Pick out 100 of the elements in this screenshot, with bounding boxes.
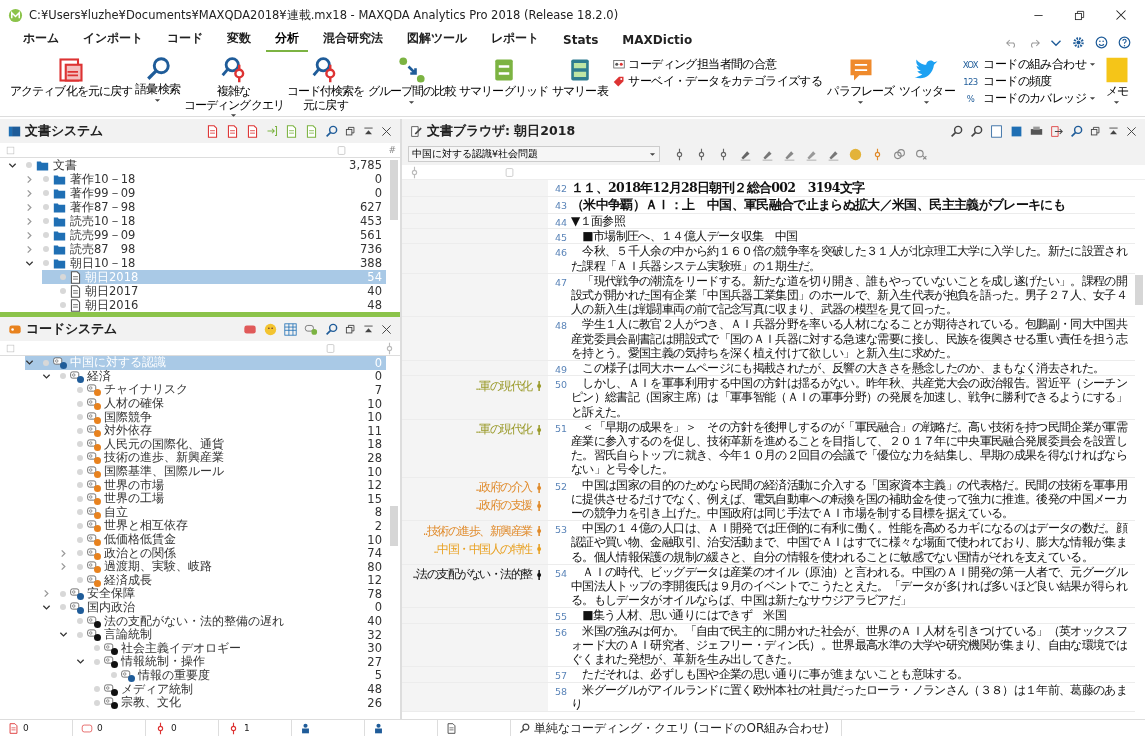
link-icon[interactable] <box>893 147 906 161</box>
tree-row[interactable]: 朝日2016 48 <box>42 298 386 312</box>
chevron-icon[interactable] <box>25 358 34 368</box>
ribbon-tab[interactable]: 図解ツール <box>398 28 476 52</box>
compare-icon[interactable] <box>397 56 426 84</box>
tree-row[interactable]: 低価格低賃金 10 <box>59 532 386 547</box>
ribbon-button[interactable]: 複雑な コーディングクエリ <box>183 54 285 116</box>
settings-icon[interactable] <box>1072 36 1085 49</box>
tree-row[interactable]: 技術の進歩、新興産業 28 <box>59 451 386 465</box>
scrollbar[interactable] <box>390 160 398 220</box>
tree-row[interactable]: 読売10－18 453 <box>25 214 386 228</box>
search-icon[interactable] <box>325 124 338 138</box>
ribbon-button[interactable]: XOX コードの組み合わせ <box>960 56 1096 73</box>
ribbon-button[interactable]: 語彙検索 <box>132 54 183 116</box>
search-icon[interactable] <box>970 124 983 138</box>
add-code-icon[interactable] <box>304 322 318 336</box>
tree-row[interactable]: 著作10－18 0 <box>25 172 386 186</box>
ribbon-button[interactable]: パラフレーズ <box>825 54 897 116</box>
ribbon-button[interactable]: メモ <box>1099 54 1135 116</box>
document-icon[interactable] <box>446 722 457 734</box>
ribbon-button[interactable]: ツイッター <box>896 54 958 116</box>
close-icon[interactable] <box>381 125 392 137</box>
tree-row[interactable]: 朝日10－18 388 <box>25 256 386 270</box>
tree-row[interactable]: 政治との関係 74 <box>59 546 386 560</box>
chevron-icon[interactable] <box>42 603 51 612</box>
ribbon-tab[interactable]: インポート <box>74 28 152 52</box>
ribbon-button[interactable]: サマリーグリッド <box>457 54 550 116</box>
tree-row[interactable]: 著作87－98 627 <box>25 200 386 214</box>
ribbon-button[interactable]: サマリー表 <box>549 54 611 116</box>
tree-row[interactable]: 読売87 98 736 <box>25 242 386 256</box>
code-filter-dropdown[interactable]: 中国に対する認識¥社会問題 <box>408 146 660 162</box>
search-icon[interactable] <box>325 322 338 336</box>
document-icon[interactable] <box>69 270 82 284</box>
collapse-icon[interactable] <box>363 125 374 137</box>
ribbon-tab[interactable]: Stats <box>554 31 608 52</box>
restore-icon[interactable] <box>345 323 356 335</box>
ribbon-button[interactable]: % コードのカバレッジ <box>960 90 1096 107</box>
close-icon[interactable] <box>1126 125 1137 137</box>
tree-row[interactable]: 読売99－09 561 <box>25 228 386 242</box>
table-icon[interactable] <box>284 322 297 336</box>
tree-row[interactable]: 人民元の国際化、通貨 18 <box>59 437 386 452</box>
tree-row[interactable]: 国内政治 0 <box>42 600 386 615</box>
ribbon-tab[interactable]: コード <box>158 28 212 52</box>
document-icon[interactable] <box>990 124 1003 138</box>
tree-row[interactable]: 国際競争 10 <box>59 410 386 424</box>
document-icon[interactable] <box>246 124 259 138</box>
tree-row[interactable]: 経済 0 <box>42 369 386 384</box>
tree-row[interactable]: 言論統制 32 <box>59 627 386 642</box>
tree-row[interactable]: 過渡期、実験、岐路 80 <box>59 559 386 574</box>
ribbon-button[interactable]: コーディング担当者間の合意 <box>613 56 823 73</box>
document-icon[interactable] <box>226 124 239 138</box>
search-icon[interactable] <box>519 722 530 734</box>
ribbon-tab[interactable]: 変数 <box>218 28 260 52</box>
document-icon[interactable] <box>69 284 82 298</box>
tree-row[interactable]: 世界の市場 12 <box>59 478 386 492</box>
ribbon-button[interactable]: コード付検索を 元に戻す <box>284 54 367 116</box>
tree-row[interactable]: 朝日2017 40 <box>42 284 386 298</box>
tree-row[interactable]: 人材の確保 10 <box>59 396 386 411</box>
ribbon-button[interactable]: アクティブ化を元に戻す <box>10 54 133 116</box>
tree-row[interactable]: 自立 8 <box>59 505 386 520</box>
tree-row[interactable]: 情報統制・操作 27 <box>76 655 386 669</box>
restore-icon[interactable] <box>1090 125 1101 137</box>
collapse-icon[interactable] <box>363 323 374 335</box>
help-icon[interactable] <box>1118 36 1131 49</box>
tree-row[interactable]: 社会主義イデオロギー 30 <box>76 641 386 656</box>
chevron-icon[interactable] <box>76 657 85 667</box>
tree-row[interactable]: 対外依存 11 <box>59 423 386 438</box>
tree-row[interactable]: 法の支配がない・法的整備の遅れ 40 <box>59 614 386 628</box>
tree-row[interactable]: 経済成長 12 <box>59 573 386 588</box>
tree-row[interactable]: 世界と相互依存 2 <box>59 519 386 533</box>
search-icon[interactable] <box>1070 124 1083 138</box>
document-stack-icon[interactable] <box>57 56 86 84</box>
tree-row[interactable]: チャイナリスク 7 <box>59 383 386 397</box>
code-icon[interactable] <box>243 322 257 336</box>
scrollbar[interactable] <box>1135 275 1143 305</box>
restore-icon[interactable] <box>345 125 356 137</box>
ribbon-button[interactable]: 123 コードの頻度 <box>960 73 1096 90</box>
scrollbar[interactable] <box>390 506 398 546</box>
unlink-icon[interactable] <box>915 147 928 161</box>
collapse-icon[interactable] <box>1108 125 1119 137</box>
tree-row[interactable]: 宗教、文化 26 <box>76 695 386 710</box>
close-icon[interactable] <box>1115 9 1127 21</box>
search-icon[interactable] <box>144 56 171 82</box>
tree-row[interactable]: 文書 3,785 <box>8 158 386 172</box>
document-icon[interactable] <box>69 298 82 312</box>
chevron-icon[interactable] <box>59 630 68 640</box>
ribbon-button[interactable]: グループ間の比較 <box>366 54 458 116</box>
tree-row[interactable]: メディア統制 48 <box>76 682 386 696</box>
ribbon-tab[interactable]: 分析 <box>266 28 308 52</box>
printer-icon[interactable] <box>1030 124 1043 138</box>
ribbon-tab[interactable]: MAXDictio <box>613 31 702 52</box>
search-icon[interactable] <box>950 124 963 138</box>
document-icon[interactable] <box>206 124 219 138</box>
document-icon[interactable] <box>8 722 19 734</box>
tree-row[interactable]: 情報の重要度 5 <box>93 668 386 683</box>
tree-row[interactable]: 世界の工場 15 <box>59 491 386 506</box>
tree-row[interactable]: 安全保障 78 <box>42 587 386 601</box>
tree-row[interactable]: 国際基準、国際ルール 10 <box>59 464 386 479</box>
ribbon-button[interactable]: サーベイ・データをカテゴライズする <box>613 73 823 90</box>
close-icon[interactable] <box>381 323 392 335</box>
